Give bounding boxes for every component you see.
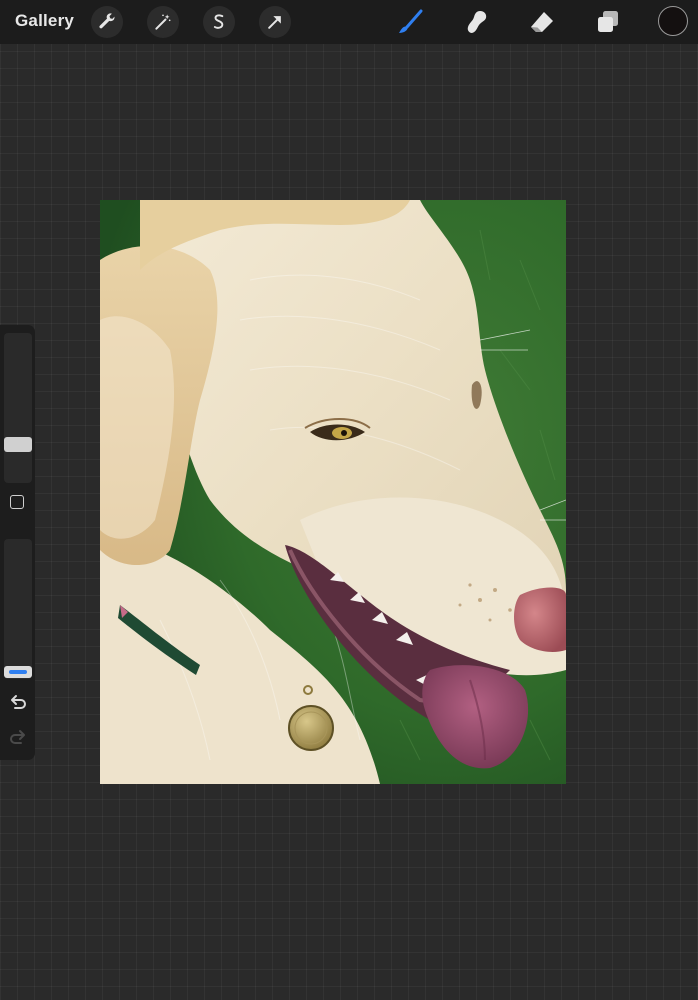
selection-s-icon: [213, 14, 224, 29]
brush-icon: [399, 9, 423, 33]
actions-button[interactable]: [91, 6, 123, 38]
undo-icon[interactable]: [7, 691, 29, 713]
opacity-thumb[interactable]: [4, 666, 32, 678]
smudge-icon: [467, 11, 487, 33]
wrench-icon: [99, 13, 115, 29]
left-sidebar: [0, 325, 35, 760]
brush-size-slider[interactable]: [4, 333, 32, 483]
gallery-button[interactable]: Gallery: [15, 11, 74, 31]
transform-arrow-icon: [268, 16, 281, 29]
transform-button[interactable]: [259, 6, 291, 38]
eraser-icon: [531, 12, 553, 32]
color-picker-button[interactable]: [658, 6, 688, 36]
smudge-tool-button[interactable]: [460, 6, 492, 38]
dog-portrait-artwork: [100, 200, 566, 784]
redo-icon[interactable]: [7, 726, 29, 748]
selection-button[interactable]: [203, 6, 235, 38]
drawing-canvas[interactable]: [100, 200, 566, 784]
eraser-tool-button[interactable]: [526, 6, 558, 38]
brush-tool-button[interactable]: [394, 6, 426, 38]
layers-button[interactable]: [592, 6, 624, 38]
magic-wand-icon: [155, 14, 171, 30]
modify-square-icon[interactable]: [10, 495, 24, 509]
adjustments-button[interactable]: [147, 6, 179, 38]
top-toolbar: Gallery: [0, 0, 698, 44]
layers-icon: [598, 11, 618, 32]
brush-size-thumb[interactable]: [4, 437, 32, 452]
opacity-slider[interactable]: [4, 539, 32, 679]
